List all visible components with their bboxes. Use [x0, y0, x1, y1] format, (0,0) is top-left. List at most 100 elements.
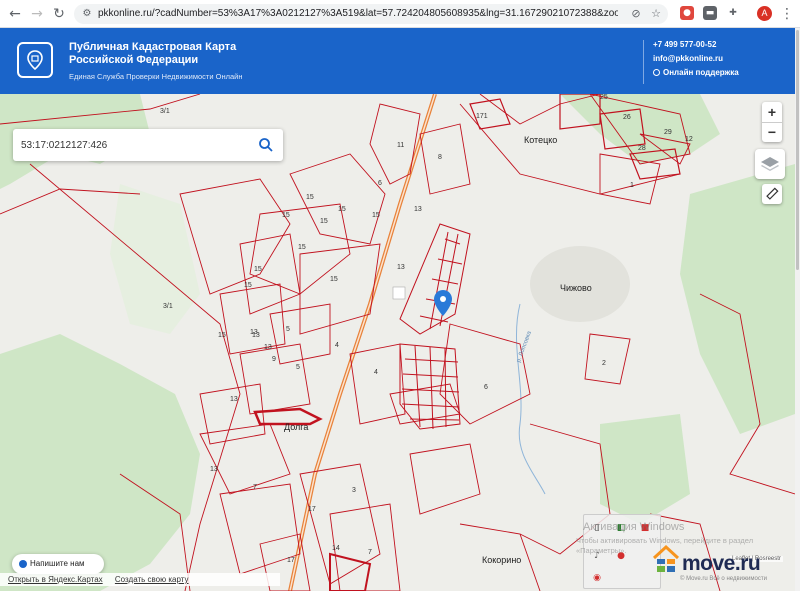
ruler-icon: [766, 187, 779, 200]
tray-icon[interactable]: ◉: [592, 573, 602, 583]
plot-number[interactable]: 13: [397, 264, 405, 271]
plot-number[interactable]: 7: [253, 484, 257, 491]
meadow-area: [110, 184, 200, 334]
map-attribution: Открыть в Яндекс.Картах Создать свою кар…: [0, 573, 280, 586]
plot-number[interactable]: 13: [210, 466, 218, 473]
divider: [643, 40, 644, 84]
location-marker-icon[interactable]: [434, 290, 452, 316]
plot-number[interactable]: 14: [332, 545, 340, 552]
plot-number[interactable]: 17: [308, 506, 316, 513]
chat-icon: [19, 560, 27, 568]
scrollbar-thumb[interactable]: [796, 30, 799, 270]
moveru-wordmark: move.ru: [682, 552, 761, 575]
forest-area: [600, 414, 690, 524]
zoom-out-button[interactable]: −: [762, 122, 782, 142]
windows-activation-watermark: Активация Windows: [583, 521, 685, 533]
plot-number[interactable]: 1: [630, 182, 634, 189]
plot-number[interactable]: 5: [296, 364, 300, 371]
profile-avatar[interactable]: A: [757, 6, 772, 21]
back-icon[interactable]: ←: [6, 5, 24, 23]
plot-number[interactable]: 9: [272, 356, 276, 363]
address-bar[interactable]: ⚙ pkkonline.ru/?cadNumber=53%3A17%3A0212…: [74, 4, 668, 24]
url-text[interactable]: pkkonline.ru/?cadNumber=53%3A17%3A021212…: [98, 4, 618, 24]
plot-number[interactable]: 5: [286, 326, 290, 333]
bookmark-star-icon[interactable]: ☆: [649, 7, 663, 21]
zoom-in-button[interactable]: +: [762, 102, 782, 122]
plot-number[interactable]: 13: [252, 332, 260, 339]
plot-number[interactable]: 171: [476, 113, 488, 120]
plot-number[interactable]: 6: [378, 180, 382, 187]
plot-number[interactable]: 15: [372, 212, 380, 219]
phone-link[interactable]: +7 499 577-00-52: [653, 40, 716, 49]
plot-number[interactable]: 15: [218, 332, 226, 339]
place-name-kokorino: Кокорино: [482, 555, 522, 565]
plot-number[interactable]: 11: [397, 142, 404, 149]
plot-number[interactable]: 15: [330, 276, 338, 283]
forest-area: [680, 164, 795, 434]
plot-number[interactable]: 15: [298, 244, 306, 251]
plot-number[interactable]: 25: [600, 94, 608, 101]
reload-icon[interactable]: ↻: [50, 5, 68, 23]
place-name-dolga: Долга: [284, 422, 309, 432]
plot-number[interactable]: 26: [623, 114, 631, 121]
plot-number[interactable]: 15: [244, 282, 252, 289]
moveru-tagline: © Move.ru Всё о недвижимости: [680, 576, 767, 582]
extensions-puzzle-icon[interactable]: ✚: [726, 6, 740, 20]
plot-number[interactable]: 13: [414, 206, 422, 213]
plot-number[interactable]: 17: [287, 557, 295, 564]
chat-bubble-icon: [653, 69, 660, 76]
plot-number[interactable]: 3/1: [163, 303, 173, 310]
cadastral-map[interactable]: 3/1 3/1 11 8 6 15 15 15 15 15 15 15 15 1…: [0, 94, 795, 591]
plot-number[interactable]: 13: [264, 344, 272, 351]
plot-number[interactable]: 29: [664, 129, 672, 136]
search-icon[interactable]: [258, 137, 274, 153]
site-subtitle: Единая Служба Проверки Недвижимости Онла…: [69, 72, 243, 81]
forward-icon[interactable]: →: [28, 5, 46, 23]
plot-number[interactable]: 15: [254, 266, 262, 273]
layers-button[interactable]: [755, 149, 785, 179]
layers-icon: [761, 157, 779, 171]
plot-number[interactable]: 15: [320, 218, 328, 225]
online-support-label: Онлайн поддержка: [663, 68, 739, 77]
plot-number[interactable]: 12: [685, 136, 693, 143]
extension-icon-2[interactable]: ▬: [703, 6, 717, 20]
site-info-icon[interactable]: ⚙: [80, 7, 94, 21]
online-support-link[interactable]: Онлайн поддержка: [653, 68, 739, 77]
create-map-link[interactable]: Создать свою карту: [115, 575, 189, 584]
cadastral-search-box[interactable]: [13, 129, 283, 161]
write-to-us-button[interactable]: Напишите нам: [12, 554, 104, 574]
plot-number[interactable]: 4: [335, 342, 339, 349]
site-header: Публичная Кадастровая Карта Российской Ф…: [0, 28, 795, 94]
place-name-kotetsko: Котецко: [524, 135, 558, 145]
map-canvas[interactable]: [0, 94, 795, 591]
cadastral-number-input[interactable]: [21, 136, 251, 154]
plot-number[interactable]: 8: [438, 154, 442, 161]
site-title[interactable]: Публичная Кадастровая Карта Российской Ф…: [69, 41, 289, 67]
forest-area: [560, 94, 720, 164]
plot-number[interactable]: 28: [638, 145, 646, 152]
house-logo-icon: [652, 544, 680, 572]
broken-tile-image: [392, 286, 406, 300]
extension-icon-1[interactable]: ●: [680, 6, 694, 20]
forest-area: [0, 334, 200, 591]
plot-number[interactable]: 3: [352, 487, 356, 494]
site-logo-icon[interactable]: [17, 42, 53, 78]
plot-number[interactable]: 13: [230, 396, 238, 403]
email-link[interactable]: info@pkkonline.ru: [653, 54, 723, 63]
plot-number[interactable]: 15: [282, 212, 290, 219]
plot-number[interactable]: 15: [306, 194, 314, 201]
zoom-control: + −: [762, 102, 782, 142]
plot-number[interactable]: 4: [374, 369, 378, 376]
plot-number[interactable]: 3/1: [160, 108, 170, 115]
plot-number[interactable]: 7: [368, 549, 372, 556]
open-in-yandex-link[interactable]: Открыть в Яндекс.Картах: [8, 575, 103, 584]
place-name-chizhovo: Чижово: [560, 283, 592, 293]
tracking-off-icon[interactable]: ⊘: [629, 7, 643, 21]
plot-number[interactable]: 2: [602, 360, 606, 367]
moveru-logo: move.ru © Move.ru Всё о недвижимости: [652, 544, 767, 584]
plot-number[interactable]: 15: [338, 206, 346, 213]
plot-number[interactable]: 6: [484, 384, 488, 391]
measure-button[interactable]: [762, 184, 782, 204]
browser-menu-icon[interactable]: ⋮: [778, 5, 796, 23]
browser-toolbar: ← → ↻ ⚙ pkkonline.ru/?cadNumber=53%3A17%…: [0, 0, 800, 28]
